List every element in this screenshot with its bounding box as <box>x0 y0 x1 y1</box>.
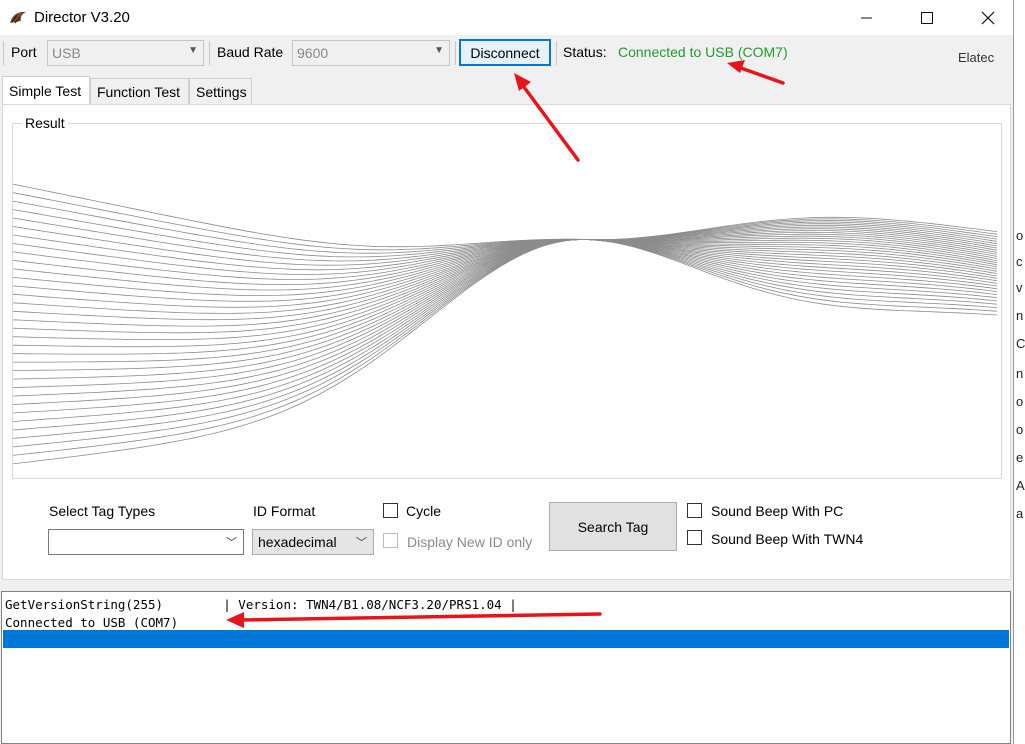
connection-toolbar: Port USB ▼ Baud Rate 9600 ▼ Disconnect S… <box>0 35 1013 71</box>
strip-text: v <box>1016 280 1023 295</box>
cycle-label: Cycle <box>406 503 442 519</box>
close-icon <box>981 11 995 24</box>
baud-rate-select[interactable]: 9600 ▼ <box>292 40 450 66</box>
sound-beep-pc-label: Sound Beep With PC <box>711 503 844 519</box>
log-line: GetVersionString(255) | Version: TWN4/B1… <box>5 597 517 612</box>
strip-text: A <box>1016 478 1025 493</box>
disconnect-button[interactable]: Disconnect <box>459 39 551 66</box>
chevron-down-icon: ▼ <box>188 45 198 56</box>
log-list[interactable]: GetVersionString(255) | Version: TWN4/B1… <box>1 591 1011 744</box>
maximize-button[interactable] <box>904 0 950 35</box>
id-format-value: hexadecimal <box>258 534 337 550</box>
strip-text: a <box>1016 506 1024 521</box>
strip-text: o <box>1016 394 1024 409</box>
status-label: Status: <box>563 44 607 60</box>
brand-label: Elatec <box>958 50 995 65</box>
strip-text: o <box>1016 228 1024 243</box>
status-value: Connected to USB (COM7) <box>618 44 788 60</box>
cycle-checkbox[interactable] <box>383 503 398 518</box>
chevron-down-icon: ﹀ <box>356 537 367 549</box>
toolbar-separator <box>556 41 557 65</box>
port-select-value: USB <box>52 45 81 61</box>
background-window-strip: o c v n C n o o e A a <box>1013 0 1025 744</box>
tab-simple-test[interactable]: Simple Test <box>2 76 90 104</box>
log-line: Connected to USB (COM7) <box>5 615 179 630</box>
result-group <box>12 123 1002 479</box>
sound-beep-twn4-checkbox[interactable] <box>687 530 702 545</box>
baud-rate-label: Baud Rate <box>217 44 284 60</box>
search-tag-button[interactable]: Search Tag <box>549 502 677 551</box>
chevron-down-icon: ﹀ <box>226 537 237 549</box>
close-button[interactable] <box>965 0 1011 35</box>
result-wave-graphic <box>12 183 998 465</box>
toolbar-separator <box>455 41 456 65</box>
select-tag-types-dropdown[interactable]: ﹀ <box>48 529 244 555</box>
baud-rate-value: 9600 <box>297 45 329 61</box>
port-select[interactable]: USB ▼ <box>47 40 204 66</box>
app-icon <box>10 11 26 24</box>
sound-beep-twn4-label: Sound Beep With TWN4 <box>711 531 864 547</box>
port-label: Port <box>11 44 37 60</box>
strip-text: n <box>1016 366 1024 381</box>
minimize-button[interactable] <box>844 0 890 35</box>
chevron-down-icon: ▼ <box>434 45 444 56</box>
wave-line <box>12 238 998 314</box>
sound-beep-pc-checkbox[interactable] <box>687 503 702 518</box>
minimize-icon <box>861 17 872 18</box>
log-selected-row[interactable] <box>3 630 1009 648</box>
select-tag-types-label: Select Tag Types <box>49 503 156 519</box>
toolbar-grip <box>3 41 4 65</box>
tab-function-test[interactable]: Function Test <box>90 78 189 104</box>
strip-text: n <box>1016 308 1024 323</box>
strip-text: o <box>1016 422 1024 437</box>
id-format-dropdown[interactable]: hexadecimal ﹀ <box>252 529 374 555</box>
id-format-label: ID Format <box>253 503 316 519</box>
strip-text: e <box>1016 450 1024 465</box>
display-new-id-checkbox[interactable] <box>383 533 398 548</box>
display-new-id-label: Display New ID only <box>407 534 533 550</box>
result-title: Result <box>22 115 68 131</box>
strip-text: C <box>1016 336 1025 351</box>
strip-text: c <box>1016 254 1023 269</box>
maximize-icon <box>921 11 933 24</box>
director-window: Director V3.20 Port USB ▼ Baud Rate 9600… <box>0 0 1013 744</box>
window-title: Director V3.20 <box>34 9 130 26</box>
toolbar-separator <box>209 41 210 65</box>
title-bar: Director V3.20 <box>0 0 1013 35</box>
tab-settings[interactable]: Settings <box>189 78 252 104</box>
